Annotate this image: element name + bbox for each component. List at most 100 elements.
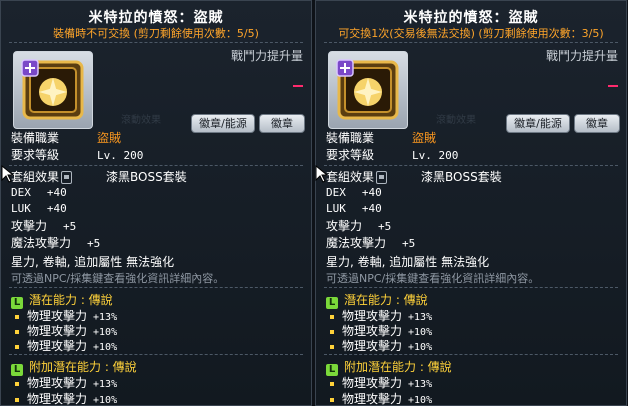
item-title: 米特拉的憤怒：盜賊	[88, 10, 224, 26]
potential-stat: 物理攻擊力	[27, 339, 88, 353]
bullet-icon	[15, 329, 19, 334]
bonus-line: 物理攻擊力 +13%	[330, 374, 432, 391]
mouse-cursor-icon	[1, 164, 14, 183]
stat-value: +40	[46, 186, 67, 199]
stat-value: +5	[87, 237, 101, 250]
stat-attack: 攻擊力 +5	[11, 217, 76, 234]
trade-status: 可交換1次(交易後無法交換) (剪刀剩餘使用次數：3/5)	[338, 27, 604, 40]
bullet-icon	[15, 381, 19, 386]
level-value: Lv. 200	[97, 149, 144, 162]
item-tooltip-left: 米特拉的憤怒：盜賊 裝備時不可交換 (剪刀剩餘使用次數：5/5) 戰鬥力提升量 …	[0, 0, 312, 406]
potential-value: +10%	[408, 342, 433, 353]
trade-status: 裝備時不可交換 (剪刀剩餘使用次數：5/5)	[53, 27, 259, 40]
stat-name: 魔法攻擊力	[326, 236, 387, 250]
potential-title: 潛在能力 : 傳說	[29, 293, 113, 307]
faded-background-text: 滾動效果	[121, 115, 161, 126]
bonus-stat: 物理攻擊力	[27, 376, 88, 390]
enhance-hint: 可透過NPC/採集鍵查看強化資訊詳細內容。	[326, 272, 540, 285]
bonus-value: +13%	[408, 379, 433, 390]
lock-icon	[61, 171, 73, 184]
bonus-value: +10%	[93, 395, 118, 406]
bullet-icon	[330, 329, 334, 334]
enhance-hint: 可透過NPC/採集鍵查看強化資訊詳細內容。	[11, 272, 225, 285]
job-value: 盜賊	[97, 131, 122, 145]
stat-name: 攻擊力	[326, 219, 363, 233]
bonus-stat: 物理攻擊力	[342, 392, 403, 406]
stat-luk: LUK +40	[326, 202, 382, 215]
set-effect-label: 套組效果	[326, 170, 375, 184]
bonus-stat: 物理攻擊力	[27, 392, 88, 406]
job-value: 盜賊	[412, 131, 437, 145]
potential-title: 潛在能力 : 傳說	[344, 293, 428, 307]
bullet-icon	[15, 344, 19, 349]
stat-magic-attack: 魔法攻擊力 +5	[11, 234, 100, 251]
stat-name: DEX	[11, 186, 31, 199]
stat-value: +40	[361, 186, 382, 199]
bullet-icon	[330, 314, 334, 319]
stat-name: 魔法攻擊力	[11, 236, 72, 250]
bullet-icon	[330, 381, 334, 386]
potential-stat: 物理攻擊力	[342, 339, 403, 353]
lock-icon	[376, 171, 388, 184]
bullet-icon	[15, 397, 19, 402]
stat-increase-indicator	[608, 85, 618, 87]
stat-increase-label: 戰鬥力提升量	[230, 49, 303, 63]
job-label: 裝備職業	[11, 131, 60, 145]
emblem-energy-button[interactable]: 徽章/能源	[506, 114, 570, 133]
stat-luk: LUK +40	[11, 202, 67, 215]
set-effect-label: 套組效果	[11, 170, 60, 184]
job-label: 裝備職業	[326, 131, 375, 145]
stat-value: +5	[402, 237, 416, 250]
job-row: 裝備職業 盜賊	[11, 129, 121, 146]
divider	[9, 165, 303, 166]
level-row: 要求等級 Lv. 200	[326, 146, 458, 163]
emblem-item-icon	[336, 59, 399, 120]
divider	[9, 42, 303, 43]
divider	[324, 287, 618, 288]
job-row: 裝備職業 盜賊	[326, 129, 436, 146]
stat-name: LUK	[11, 202, 31, 215]
emblem-button[interactable]: 徽章	[574, 114, 620, 133]
bonus-potential-title: 附加潛在能力 : 傳說	[344, 360, 452, 374]
stat-value: +5	[378, 220, 392, 233]
enhance-flags: 星力, 卷軸, 追加屬性 無法強化	[326, 255, 490, 269]
bonus-line: 物理攻擊力 +13%	[15, 374, 117, 391]
divider	[9, 287, 303, 288]
emblem-energy-button[interactable]: 徽章/能源	[191, 114, 255, 133]
divider	[9, 354, 303, 355]
emblem-button[interactable]: 徽章	[259, 114, 305, 133]
level-row: 要求等級 Lv. 200	[11, 146, 143, 163]
bullet-icon	[330, 397, 334, 402]
bonus-potential-title: 附加潛在能力 : 傳說	[29, 360, 137, 374]
bullet-icon	[15, 314, 19, 319]
level-label: 要求等級	[11, 148, 60, 162]
potential-stat: 物理攻擊力	[27, 309, 88, 323]
potential-stat: 物理攻擊力	[27, 324, 88, 338]
emblem-item-icon	[21, 59, 84, 120]
set-effect-row: 套組效果 漆黑BOSS套裝	[11, 168, 187, 185]
set-effect-value: 漆黑BOSS套裝	[421, 170, 502, 184]
divider	[324, 354, 618, 355]
potential-line: 物理攻擊力 +10%	[330, 337, 432, 354]
stat-attack: 攻擊力 +5	[326, 217, 391, 234]
enhance-flags: 星力, 卷軸, 追加屬性 無法強化	[11, 255, 175, 269]
divider	[324, 42, 618, 43]
bonus-line: 物理攻擊力 +10%	[15, 390, 118, 406]
level-label: 要求等級	[326, 148, 375, 162]
stat-increase-indicator	[293, 85, 303, 87]
bullet-icon	[330, 344, 334, 349]
stat-value: +40	[46, 202, 67, 215]
divider	[324, 165, 618, 166]
bonus-value: +10%	[408, 395, 433, 406]
stat-value: +5	[63, 220, 77, 233]
set-effect-row: 套組效果 漆黑BOSS套裝	[326, 168, 502, 185]
item-title: 米特拉的憤怒：盜賊	[403, 10, 539, 26]
stat-magic-attack: 魔法攻擊力 +5	[326, 234, 415, 251]
potential-value: +10%	[93, 342, 118, 353]
stat-value: +40	[361, 202, 382, 215]
stat-dex: DEX +40	[326, 186, 382, 199]
bonus-value: +13%	[93, 379, 118, 390]
item-tooltip-right: 米特拉的憤怒：盜賊 可交換1次(交易後無法交換) (剪刀剩餘使用次數：3/5) …	[315, 0, 627, 406]
item-icon-frame	[328, 51, 408, 129]
stat-name: DEX	[326, 186, 346, 199]
